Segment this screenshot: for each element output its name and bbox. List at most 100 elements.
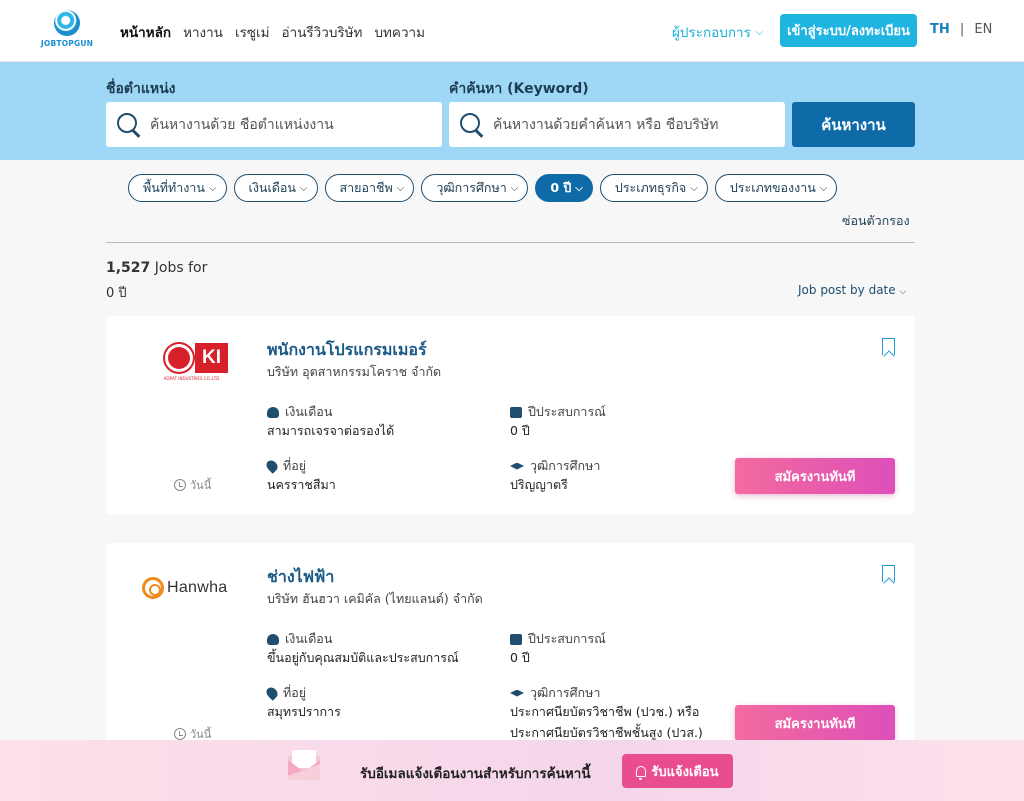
- experience-label-text: ปีประสบการณ์: [528, 404, 606, 419]
- education-label: วุฒิการศึกษา: [510, 683, 600, 703]
- chevron-down-icon: ⌵: [755, 26, 764, 38]
- filter-education[interactable]: วุฒิการศึกษา ⌵: [421, 174, 529, 202]
- clock-icon: [174, 479, 186, 491]
- lang-separator: |: [959, 22, 965, 37]
- employer-label: ผู้ประกอบการ: [672, 25, 751, 41]
- chevron-down-icon: ⌵: [299, 182, 308, 194]
- chip-label: สายอาชีพ: [339, 180, 393, 195]
- experience-label-text: ปีประสบการณ์: [528, 631, 606, 646]
- location-label: ที่อยู่: [264, 456, 307, 476]
- location-label-text: ที่อยู่: [283, 685, 307, 700]
- result-count-number: 1,527: [106, 260, 151, 276]
- subscribe-alert-label: รับแจ้งเตือน: [651, 764, 719, 780]
- posted-date: วันนี้: [174, 476, 211, 494]
- job-alert-banner: รับอีเมลแจ้งเตือนงานสำหรับการค้นหานี้ รั…: [0, 740, 1024, 801]
- chip-label: เงินเดือน: [248, 180, 296, 195]
- result-count-suffix: Jobs for: [150, 260, 208, 276]
- salary-label-text: เงินเดือน: [285, 631, 333, 646]
- company-name[interactable]: บริษัท อุตสาหกรรมโคราช จำกัด: [267, 362, 441, 382]
- salary-label: เงินเดือน: [267, 629, 332, 649]
- job-card[interactable]: Hanwha วันนี้ ช่างไฟฟ้า บริษัท ฮันฮวา เค…: [106, 543, 915, 753]
- map-pin-icon: [264, 685, 280, 701]
- banner-text: รับอีเมลแจ้งเตือนงานสำหรับการค้นหานี้: [360, 766, 591, 782]
- divider: [106, 242, 915, 243]
- nav-find-jobs[interactable]: หางาน: [183, 21, 223, 43]
- chip-label: พื้นที่ทำงาน: [143, 180, 205, 195]
- location-label: ที่อยู่: [264, 683, 307, 703]
- filter-job-type[interactable]: ประเภทของงาน ⌵: [714, 174, 838, 202]
- lang-en[interactable]: EN: [974, 22, 992, 37]
- chevron-down-icon: ⌵: [819, 182, 828, 194]
- search-jobs-button[interactable]: ค้นหางาน: [792, 102, 915, 147]
- logo-swirl-icon: [54, 10, 80, 36]
- sort-dropdown[interactable]: Job post by date ⌵: [798, 283, 906, 297]
- lang-th[interactable]: TH: [930, 22, 950, 37]
- position-label: ชื่อตำแหน่ง: [106, 81, 176, 97]
- experience-value: 0 ปี: [510, 650, 530, 665]
- search-icon: [116, 112, 142, 138]
- money-bag-icon: [267, 633, 279, 645]
- posted-label: วันนี้: [190, 479, 212, 492]
- keyword-search-box: [449, 102, 785, 147]
- company-logo[interactable]: KI KORAT INDUSTRIES CO.,LTD.: [164, 342, 228, 382]
- employer-menu[interactable]: ผู้ประกอบการ ⌵: [672, 21, 763, 43]
- logo-text: Hanwha: [167, 579, 228, 596]
- sun-logo-icon: [164, 342, 194, 374]
- nav-home[interactable]: หน้าหลัก: [120, 21, 171, 43]
- job-title[interactable]: ช่างไฟฟ้า: [267, 565, 334, 590]
- filter-work-area[interactable]: พื้นที่ทำงาน ⌵: [128, 174, 227, 202]
- chevron-down-icon: ⌵: [575, 182, 583, 194]
- keyword-search-input[interactable]: [493, 116, 763, 133]
- filter-career[interactable]: สายอาชีพ ⌵: [324, 174, 415, 202]
- logo-caption: KORAT INDUSTRIES CO.,LTD.: [164, 376, 221, 381]
- nav-resume[interactable]: เรซูเม่: [235, 21, 270, 43]
- position-search-input[interactable]: [150, 116, 420, 133]
- filter-business-type[interactable]: ประเภทธุรกิจ ⌵: [599, 174, 708, 202]
- education-value-line-1: ประกาศนียบัตรวิชาชีพ (ปวช.) หรือ: [510, 704, 700, 719]
- location-value: สมุทรปราการ: [267, 704, 341, 719]
- company-logo[interactable]: Hanwha: [142, 577, 228, 599]
- bookmark-icon[interactable]: [882, 338, 895, 355]
- login-register-button[interactable]: เข้าสู่ระบบ/ลงทะเบียน: [780, 14, 917, 47]
- chevron-down-icon: ⌵: [396, 182, 405, 194]
- salary-value: สามารถเจรจาต่อรองได้: [267, 423, 395, 438]
- main-nav: หน้าหลัก หางาน เรซูเม่ อ่านรีวิวบริษัท บ…: [120, 21, 425, 43]
- hanwha-logo-icon: [142, 577, 164, 599]
- education-label-text: วุฒิการศึกษา: [530, 458, 601, 473]
- briefcase-icon: [510, 633, 522, 645]
- salary-label: เงินเดือน: [267, 402, 332, 422]
- top-header: JOBTOPGUN หน้าหลัก หางาน เรซูเม่ อ่านรีว…: [0, 0, 1024, 62]
- map-pin-icon: [264, 458, 280, 474]
- jobtopgun-logo[interactable]: JOBTOPGUN: [38, 10, 96, 52]
- filter-salary[interactable]: เงินเดือน ⌵: [233, 174, 318, 202]
- company-name[interactable]: บริษัท ฮันฮวา เคมิคัล (ไทยแลนด์) จำกัด: [267, 589, 483, 609]
- envelope-icon: [288, 750, 320, 780]
- nav-company-reviews[interactable]: อ่านรีวิวบริษัท: [282, 21, 363, 43]
- nav-articles[interactable]: บทความ: [374, 21, 425, 43]
- chevron-down-icon: ⌵: [208, 182, 217, 194]
- hide-filters-link[interactable]: ซ่อนตัวกรอง: [842, 211, 910, 231]
- position-search-box: [106, 102, 442, 147]
- experience-label: ปีประสบการณ์: [510, 402, 606, 422]
- job-card[interactable]: KI KORAT INDUSTRIES CO.,LTD. วันนี้ พนัก…: [106, 316, 915, 514]
- subscribe-alert-button[interactable]: รับแจ้งเตือน: [622, 754, 733, 788]
- education-label: วุฒิการศึกษา: [510, 456, 600, 476]
- location-label-text: ที่อยู่: [283, 458, 307, 473]
- graduation-cap-icon: [510, 462, 524, 470]
- filter-chips: พื้นที่ทำงาน ⌵ เงินเดือน ⌵ สายอาชีพ ⌵ วุฒิก…: [128, 174, 838, 202]
- search-icon: [459, 112, 485, 138]
- chevron-down-icon: ⌵: [690, 182, 698, 194]
- search-band: ชื่อตำแหน่ง คำค้นหา (Keyword) ค้นหางาน: [0, 62, 1024, 160]
- job-title[interactable]: พนักงานโปรแกรมเมอร์: [267, 338, 427, 363]
- result-query: 0 ปี: [106, 286, 127, 301]
- experience-label: ปีประสบการณ์: [510, 629, 606, 649]
- apply-now-button[interactable]: สมัครงานทันที: [735, 458, 895, 494]
- sort-label: Job post by date: [798, 283, 896, 297]
- bookmark-icon[interactable]: [882, 565, 895, 582]
- keyword-label: คำค้นหา (Keyword): [449, 81, 589, 97]
- apply-now-button[interactable]: สมัครงานทันที: [735, 705, 895, 741]
- clock-icon: [174, 728, 186, 740]
- filter-experience[interactable]: 0 ปี ⌵: [535, 174, 593, 202]
- chip-label: วุฒิการศึกษา: [436, 180, 507, 195]
- logo-text: JOBTOPGUN: [40, 39, 94, 48]
